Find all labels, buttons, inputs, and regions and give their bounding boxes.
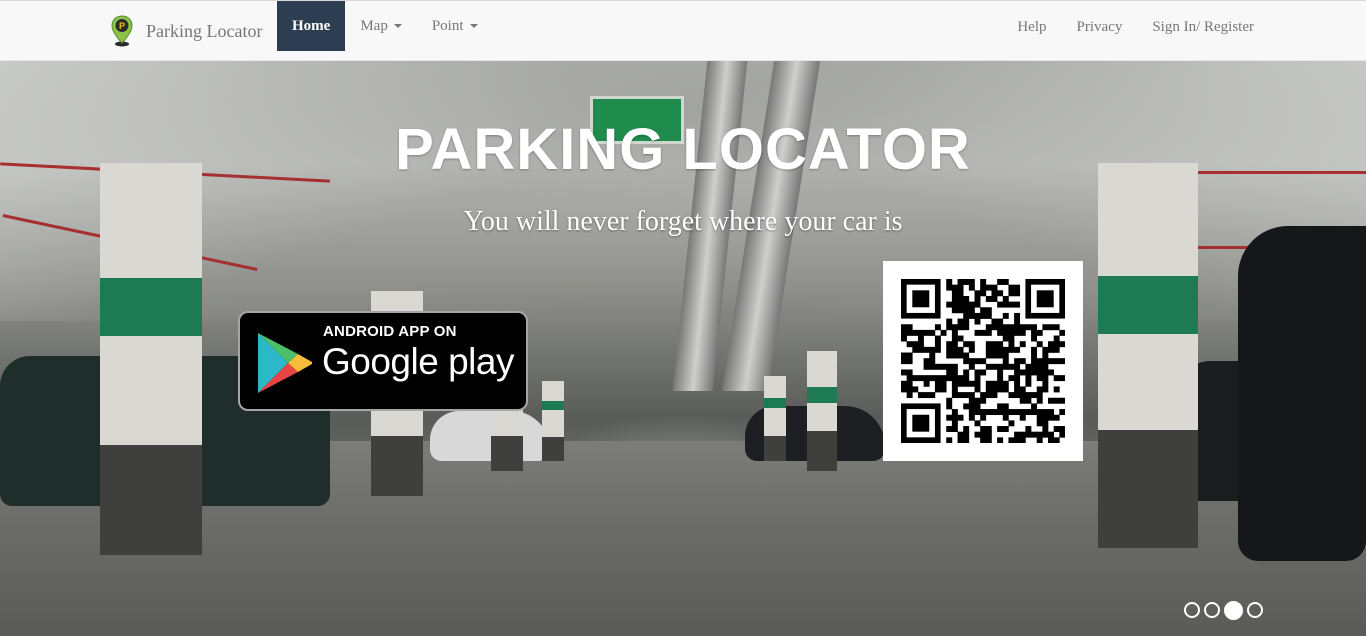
google-play-big-text: Google play <box>322 341 514 382</box>
pillar-band <box>1098 276 1198 334</box>
qr-code-matrix <box>901 279 1065 443</box>
pillar-base <box>100 445 202 555</box>
pillar-base <box>1098 430 1198 548</box>
nav-help-label: Help <box>1017 18 1047 35</box>
pillar-base <box>764 436 786 461</box>
scene-car <box>1238 226 1366 561</box>
scene-car <box>430 411 550 461</box>
qr-code <box>883 261 1083 461</box>
pillar-band <box>764 398 786 408</box>
nav-privacy-label: Privacy <box>1076 18 1123 35</box>
nav-home[interactable]: Home <box>277 1 346 51</box>
hero-title: PARKING LOCATOR <box>395 117 971 182</box>
carousel-indicator-dot[interactable] <box>1184 602 1200 618</box>
pillar-base <box>371 436 423 496</box>
carousel-indicators <box>1184 601 1263 620</box>
nav-point-label: Point <box>431 17 464 34</box>
nav-home-label: Home <box>292 17 331 34</box>
pillar-base <box>542 437 564 461</box>
carousel-indicator-dot[interactable] <box>1247 602 1263 618</box>
scene-pillar <box>807 351 837 471</box>
nav-right: Help Privacy Sign In/ Register <box>1002 1 1266 53</box>
carousel-indicator-dot[interactable] <box>1204 602 1220 618</box>
svg-text:P: P <box>119 21 125 31</box>
caret-down-icon <box>393 24 402 28</box>
scene-pillar <box>542 381 564 461</box>
nav-left: Home Map Point <box>277 1 493 61</box>
brand-name: Parking Locator <box>146 20 263 41</box>
carousel-indicator-dot[interactable] <box>1224 601 1243 620</box>
nav-signin-label: Sign In/ Register <box>1152 18 1254 35</box>
scene-pillar <box>764 376 786 461</box>
nav-help[interactable]: Help <box>1002 1 1061 53</box>
nav-signin-register[interactable]: Sign In/ Register <box>1137 1 1266 53</box>
hero-subtitle: You will never forget where your car is <box>463 206 903 237</box>
pillar-base <box>491 436 523 471</box>
pillar-band <box>542 401 564 410</box>
parking-pin-icon: P <box>110 14 134 48</box>
pillar-base <box>807 431 837 471</box>
nav-point-dropdown[interactable]: Point <box>417 1 493 51</box>
caret-down-icon <box>469 24 478 28</box>
top-navbar: P Parking Locator Home Map Point Help Pr… <box>0 0 1366 61</box>
google-play-badge[interactable]: ANDROID APP ON Google play <box>238 311 528 411</box>
google-play-small-text: ANDROID APP ON <box>323 323 457 340</box>
google-play-icon <box>256 331 314 395</box>
nav-privacy[interactable]: Privacy <box>1062 1 1138 53</box>
nav-map-dropdown[interactable]: Map <box>345 1 417 51</box>
hero-carousel: PARKING LOCATOR You will never forget wh… <box>0 61 1366 636</box>
pillar-band <box>807 387 837 403</box>
nav-map-label: Map <box>360 17 388 34</box>
pillar-band <box>100 278 202 336</box>
brand-link[interactable]: P Parking Locator <box>110 1 262 61</box>
